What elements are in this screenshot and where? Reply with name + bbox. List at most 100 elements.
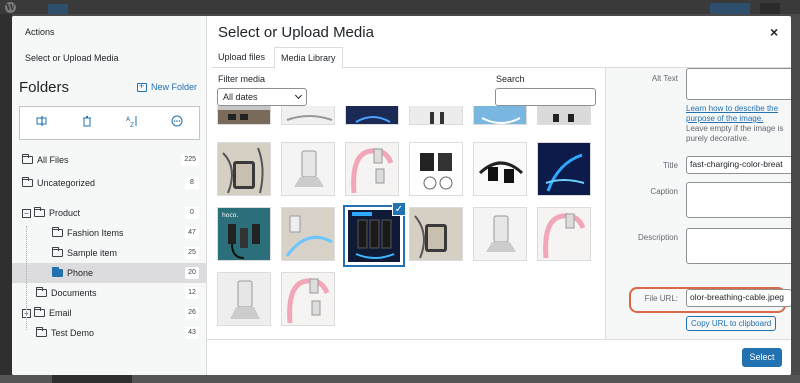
file-url-field[interactable]: olor-breathing-cable.jpeg	[686, 289, 791, 307]
folder-toolbar: AZ	[19, 106, 200, 140]
svg-text:hoco.: hoco.	[222, 212, 238, 219]
add-folder-icon	[137, 81, 147, 92]
folder-icon	[22, 177, 33, 187]
wordpress-logo-icon: W	[5, 2, 16, 13]
admin-bar-button	[710, 3, 750, 14]
date-filter-select[interactable]: All dates	[217, 88, 307, 106]
tree-guide-line	[26, 226, 27, 330]
folder-tree: All Files 225 Uncategorized 8 − Product …	[12, 150, 206, 343]
media-thumbnail[interactable]	[345, 106, 399, 125]
folder-item-all-files[interactable]: All Files 225	[12, 150, 206, 170]
admin-bar-item	[760, 3, 780, 14]
media-thumbnail[interactable]	[281, 272, 335, 326]
media-thumbnail[interactable]	[281, 106, 335, 125]
alt-text-label: Alt Text	[651, 74, 678, 83]
modal-title: Select or Upload Media	[218, 24, 374, 41]
folder-count: 26	[185, 307, 199, 319]
folder-label: Product	[49, 208, 81, 218]
folder-label: Documents	[51, 288, 97, 298]
description-label: Description	[637, 233, 678, 242]
media-thumbnail[interactable]	[473, 142, 527, 196]
modal-footer: Select	[207, 339, 791, 375]
caption-field[interactable]	[686, 182, 791, 218]
folder-item-email[interactable]: + Email 26	[12, 303, 206, 323]
attachment-details: Alt Text Learn how to describe the purpo…	[605, 68, 791, 339]
media-thumbnail[interactable]	[217, 106, 271, 125]
media-modal: Actions Select or Upload Media Folders N…	[12, 16, 791, 375]
folder-icon	[22, 154, 33, 164]
media-thumbnail[interactable]	[537, 142, 591, 196]
folder-label: Fashion Items	[67, 228, 124, 238]
new-folder-button[interactable]: New Folder	[137, 81, 197, 92]
copy-url-button[interactable]: Copy URL to clipboard	[686, 316, 777, 331]
folder-label: Uncategorized	[37, 178, 96, 188]
chevron-down-icon	[294, 91, 303, 100]
actions-label: Actions	[25, 27, 55, 37]
media-thumbnail[interactable]	[473, 106, 527, 125]
folder-label: Email	[49, 308, 72, 318]
folder-icon	[52, 247, 63, 257]
selected-check-icon[interactable]: ✓	[392, 202, 406, 216]
media-thumbnail[interactable]	[217, 272, 271, 326]
media-thumbnail[interactable]	[409, 106, 463, 125]
folder-item-fashion-items[interactable]: Fashion Items 47	[12, 223, 206, 243]
folder-icon	[36, 287, 47, 297]
alt-text-help: Learn how to describe the purpose of the…	[686, 104, 786, 144]
media-thumbnail[interactable]	[217, 142, 271, 196]
select-upload-menu-item[interactable]: Select or Upload Media	[25, 53, 119, 63]
sort-az-icon[interactable]: AZ	[124, 115, 140, 131]
tab-media-library[interactable]: Media Library	[274, 47, 343, 69]
alt-text-help-link[interactable]: Learn how to describe the purpose of the…	[686, 104, 778, 123]
folder-item-sample-item[interactable]: Sample item 25	[12, 243, 206, 263]
folder-count: 20	[185, 267, 199, 279]
date-filter-value: All dates	[223, 92, 258, 102]
close-icon[interactable]: ×	[770, 24, 778, 40]
media-thumbnail[interactable]	[409, 207, 463, 261]
alt-text-field[interactable]	[686, 68, 791, 100]
search-label: Search	[496, 74, 525, 84]
file-url-label: File URL:	[644, 294, 678, 303]
folder-item-phone[interactable]: Phone 20	[12, 263, 206, 283]
folder-count: 43	[185, 327, 199, 339]
filter-media-label: Filter media	[218, 74, 266, 84]
media-thumbnail[interactable]: hoco.	[217, 207, 271, 261]
folder-item-test-demo[interactable]: Test Demo 43	[12, 323, 206, 343]
description-field[interactable]	[686, 228, 791, 264]
alt-text-help-text: Leave empty if the image is purely decor…	[686, 124, 784, 143]
admin-bar: W	[0, 0, 800, 14]
folders-panel: Actions Select or Upload Media Folders N…	[12, 16, 207, 375]
select-button[interactable]: Select	[742, 348, 782, 367]
svg-text:Z: Z	[130, 122, 134, 127]
folder-icon	[52, 227, 63, 237]
tab-upload-files[interactable]: Upload files	[212, 47, 271, 69]
media-thumbnail[interactable]	[345, 142, 399, 196]
title-field[interactable]: fast-charging-color-breat	[686, 156, 791, 174]
rename-icon[interactable]	[34, 115, 50, 131]
folder-label: Sample item	[67, 248, 118, 258]
media-thumbnail[interactable]	[281, 142, 335, 196]
admin-sidebar-backdrop	[0, 14, 12, 383]
folder-item-uncategorized[interactable]: Uncategorized 8	[12, 173, 206, 193]
delete-icon[interactable]	[79, 115, 95, 131]
media-tabs: Upload files Media Library	[212, 45, 791, 69]
title-label: Title	[663, 161, 678, 170]
folder-item-documents[interactable]: Documents 12	[12, 283, 206, 303]
search-input[interactable]	[495, 88, 596, 106]
folder-label: All Files	[37, 155, 69, 165]
folder-item-product[interactable]: − Product 0	[12, 203, 206, 223]
caption-label: Caption	[650, 187, 678, 196]
more-options-icon[interactable]	[169, 115, 185, 131]
media-thumbnail[interactable]	[537, 106, 591, 125]
media-thumbnail[interactable]	[473, 207, 527, 261]
folder-count: 47	[185, 227, 199, 239]
folder-count: 25	[185, 247, 199, 259]
folder-count: 0	[185, 207, 199, 219]
media-thumbnail[interactable]	[409, 142, 463, 196]
media-thumbnail[interactable]	[537, 207, 591, 261]
media-grid: hoco.	[212, 106, 605, 334]
media-thumbnail[interactable]	[281, 207, 335, 261]
folder-icon	[34, 207, 45, 217]
folder-count: 225	[181, 154, 199, 166]
collapse-toggle-icon[interactable]: −	[22, 208, 31, 218]
admin-bar-item	[48, 4, 68, 14]
